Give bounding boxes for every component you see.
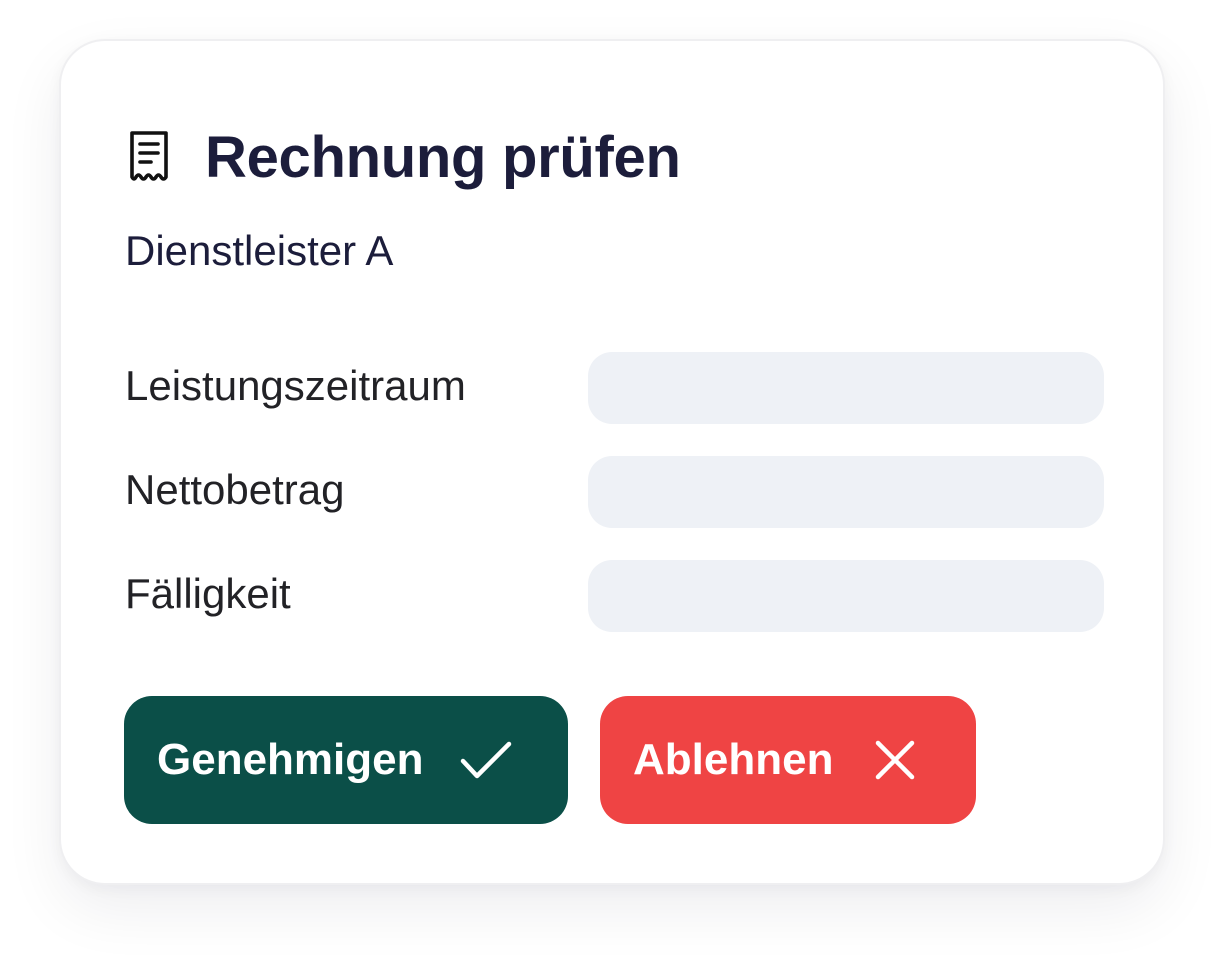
net-amount-label: Nettobetrag xyxy=(125,466,345,513)
reject-button-label: Ablehnen xyxy=(633,735,834,784)
check-icon xyxy=(460,740,512,780)
approve-button-label: Genehmigen xyxy=(157,735,424,784)
receipt-icon xyxy=(127,128,177,186)
service-period-label: Leistungszeitraum xyxy=(125,362,466,409)
due-date-input[interactable] xyxy=(588,560,1104,632)
card-header: Rechnung prüfen xyxy=(127,124,681,190)
reject-button[interactable]: Ablehnen xyxy=(600,696,976,824)
net-amount-input[interactable] xyxy=(588,456,1104,528)
invoice-review-card: Rechnung prüfen Dienstleister A Leistung… xyxy=(59,39,1165,885)
vendor-name: Dienstleister A xyxy=(125,227,394,274)
approve-button[interactable]: Genehmigen xyxy=(124,696,568,824)
due-date-label: Fälligkeit xyxy=(125,570,291,617)
service-period-input[interactable] xyxy=(588,352,1104,424)
dialog-title: Rechnung prüfen xyxy=(205,124,681,190)
close-icon xyxy=(875,740,915,780)
